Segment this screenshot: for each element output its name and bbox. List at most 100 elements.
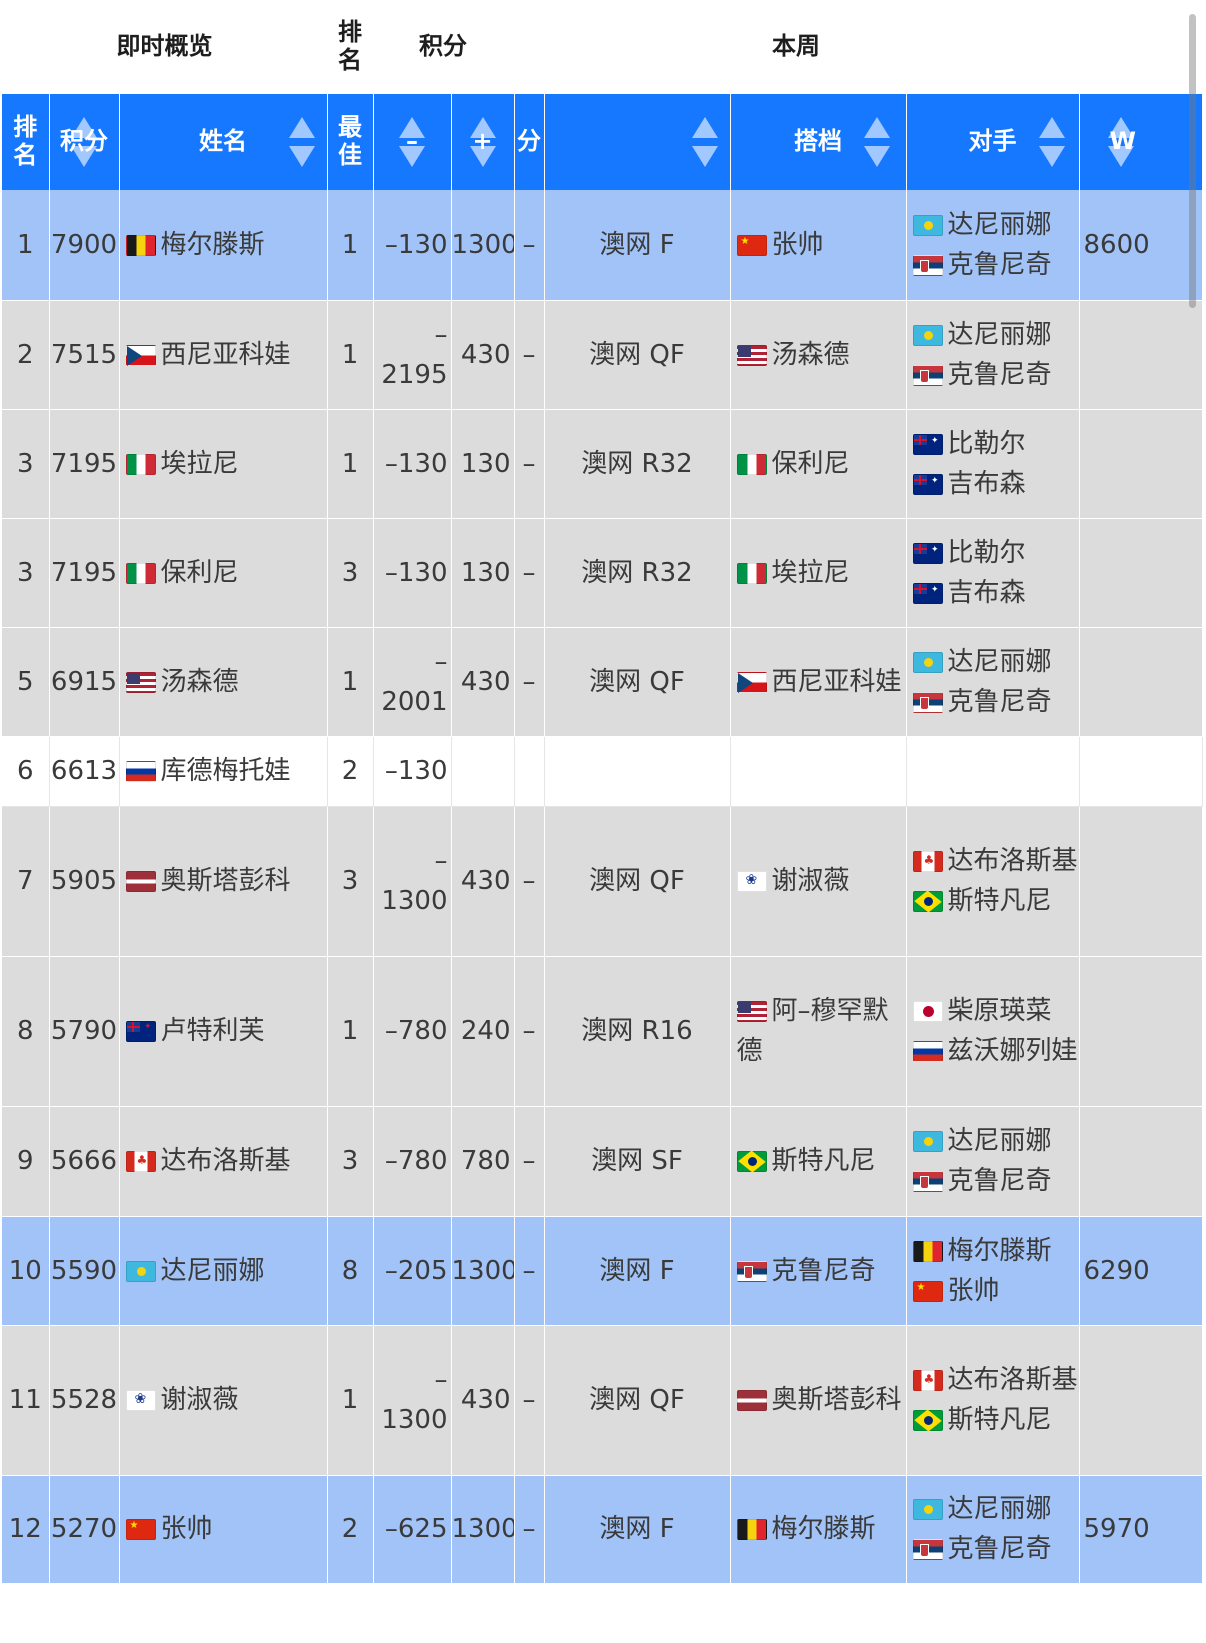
points-value: 7515 — [50, 339, 118, 370]
opponent-cell: 达布洛斯基斯特凡尼 — [906, 1325, 1080, 1476]
name-cell: 保利尼 — [119, 518, 328, 628]
table-row[interactable]: 95666达布洛斯基3–780780–澳网 SF斯特凡尼达尼丽娜克鲁尼奇 — [2, 1106, 1203, 1217]
w-cell: 6290 — [1079, 1216, 1203, 1326]
flag-au-icon — [912, 582, 943, 604]
col-header-opponent-label: 对手 — [968, 127, 1017, 156]
player-name: 汤森德 — [160, 666, 239, 697]
event-cell — [544, 736, 731, 807]
table-row[interactable]: 85790卢特利芙1–780240–澳网 R16阿–穆罕默德柴原瑛菜兹沃娜列娃 — [2, 956, 1203, 1107]
col-header-rank[interactable]: 排名 — [2, 94, 50, 190]
best-rank-value: 1 — [341, 666, 359, 697]
plus-cell: 130 — [451, 518, 515, 628]
group-header-overview: 即时概览 — [116, 32, 213, 61]
table-row[interactable]: 6 6613 库德梅托娃 2 –130 — [2, 736, 1203, 807]
table-row[interactable]: 7 5905 奥斯塔彭科 3 –1300 430– 澳网 QF 谢淑薇 达布洛斯基斯特凡尼 — [2, 806, 1203, 957]
col-header-event[interactable] — [544, 94, 731, 190]
rank-value: 6 — [16, 756, 34, 786]
col-header-name[interactable]: 姓名 — [119, 94, 328, 190]
w-value: 8600 — [1083, 229, 1150, 260]
best-rank-value: 1 — [341, 1385, 359, 1415]
col-header-score[interactable]: 分 — [514, 94, 545, 190]
score-cell: – — [514, 1216, 545, 1326]
flag-br-icon — [912, 891, 943, 912]
group-header-rank: 排名 — [327, 0, 373, 94]
col-header-opponent[interactable]: 对手 — [906, 94, 1080, 190]
score-cell: – — [514, 1475, 545, 1584]
opponent-name: 达尼丽娜 — [947, 646, 1052, 677]
col-header-w[interactable]: W — [1079, 94, 1203, 190]
table-row[interactable]: 3 7195 埃拉尼 1 –130 130– 澳网 R32 保利尼 比勒尔吉布森 — [2, 409, 1203, 519]
rank-cell: 5 — [2, 627, 50, 737]
opponent-entry: 梅尔滕斯 — [912, 1231, 1079, 1271]
opponent-name: 达布洛斯基 — [947, 1365, 1078, 1395]
table-row[interactable]: 125270张帅2–6251300–澳网 F梅尔滕斯达尼丽娜克鲁尼奇5970 — [2, 1475, 1203, 1584]
partner-cell: 保利尼 — [730, 409, 907, 519]
score-dash: – — [522, 557, 536, 588]
flag-kz-icon — [125, 1260, 156, 1282]
col-header-score-label: 分 — [517, 127, 541, 156]
table-row[interactable]: 5 6915 汤森德 1 –2001 430– 澳网 QF 西尼亚科娃 达尼丽娜 克鲁尼奇 — [2, 627, 1203, 737]
player-name: 达布洛斯基 — [160, 1146, 291, 1176]
sort-arrows-icon — [1038, 117, 1065, 167]
partner-name: 埃拉尼 — [771, 557, 850, 588]
points-dropping-value: –2195 — [381, 319, 448, 390]
best-cell: 2 — [327, 736, 374, 807]
points-dropping-value: –130 — [384, 756, 448, 786]
player-name: 西尼亚科娃 — [160, 339, 291, 370]
opponent-entry: 比勒尔 — [912, 424, 1079, 464]
table-row[interactable]: 3 7195 保利尼 3 –130 130– 澳网 R32 埃拉尼 比勒尔吉布森 — [2, 518, 1203, 628]
partner-name: 西尼亚科娃 — [771, 666, 902, 697]
col-header-partner[interactable]: 搭档 — [730, 94, 907, 190]
col-header-minus[interactable]: – — [373, 94, 452, 190]
event-result: 澳网 QF — [589, 1385, 685, 1415]
points-gained-value: 130 — [460, 557, 511, 588]
player-name: 梅尔滕斯 — [160, 229, 265, 260]
flag-rs-icon — [912, 691, 943, 713]
best-cell: 3 — [327, 806, 374, 957]
opponent-entry: 达尼丽娜 — [912, 205, 1079, 245]
rank-value: 9 — [16, 1146, 34, 1176]
opponent-cell: 达尼丽娜 克鲁尼奇 — [906, 627, 1080, 737]
col-header-best[interactable]: 最佳 — [327, 94, 374, 190]
opponent-entry: 张帅 — [912, 1271, 1079, 1311]
name-cell: 奥斯塔彭科 — [119, 806, 328, 957]
best-rank-value: 3 — [341, 557, 359, 588]
table-row[interactable]: 115528谢淑薇1–1300430–澳网 QF奥斯塔彭科达布洛斯基斯特凡尼 — [2, 1325, 1203, 1476]
points-cell: 7900 — [49, 190, 120, 301]
partner-cell: 汤森德 — [730, 300, 907, 410]
w-cell: 8600 — [1079, 190, 1203, 301]
opponent-entry: 克鲁尼奇 — [912, 245, 1079, 285]
flag-us-icon — [125, 671, 156, 693]
flag-kz-icon — [912, 1499, 943, 1520]
opponent-name: 张帅 — [947, 1275, 1000, 1306]
points-cell: 5528 — [49, 1325, 120, 1476]
partner-cell: 张帅 — [730, 190, 907, 301]
score-cell: – — [514, 190, 545, 301]
w-cell — [1079, 409, 1203, 519]
flag-be-icon — [912, 1240, 943, 1262]
opponent-name: 克鲁尼奇 — [947, 249, 1052, 280]
vertical-scrollbar[interactable] — [1189, 14, 1196, 308]
col-header-points[interactable]: 积分 — [49, 94, 120, 190]
opponent-entry: 比勒尔 — [912, 533, 1079, 573]
flag-cn-icon — [912, 1280, 943, 1302]
partner-name: 克鲁尼奇 — [771, 1255, 876, 1286]
best-cell: 8 — [327, 1216, 374, 1326]
table-row[interactable]: 105590达尼丽娜8–2051300–澳网 F克鲁尼奇梅尔滕斯张帅6290 — [2, 1216, 1203, 1326]
partner-cell: 谢淑薇 — [730, 806, 907, 957]
w-cell — [1079, 956, 1203, 1107]
opponent-name: 达尼丽娜 — [947, 1126, 1052, 1156]
event-result: 澳网 QF — [589, 339, 685, 370]
col-header-plus[interactable]: + — [451, 94, 515, 190]
points-value: 5905 — [50, 866, 118, 896]
event-result: 澳网 R32 — [581, 448, 693, 479]
minus-cell: –130 — [373, 736, 452, 807]
best-rank-value: 2 — [341, 756, 359, 786]
table-row[interactable]: 17900梅尔滕斯1–1301300–澳网 F张帅达尼丽娜克鲁尼奇8600 — [2, 190, 1203, 301]
rank-cell: 10 — [2, 1216, 50, 1326]
event-cell: 澳网 SF — [544, 1106, 731, 1217]
event-result: 澳网 R16 — [581, 1016, 693, 1046]
col-header-rank-label: 排名 — [13, 113, 38, 169]
flag-it-icon — [736, 453, 767, 475]
table-row[interactable]: 2 7515 西尼亚科娃 1 –2195 430– 澳网 QF 汤森德 达尼丽娜 克鲁尼奇 — [2, 300, 1203, 410]
